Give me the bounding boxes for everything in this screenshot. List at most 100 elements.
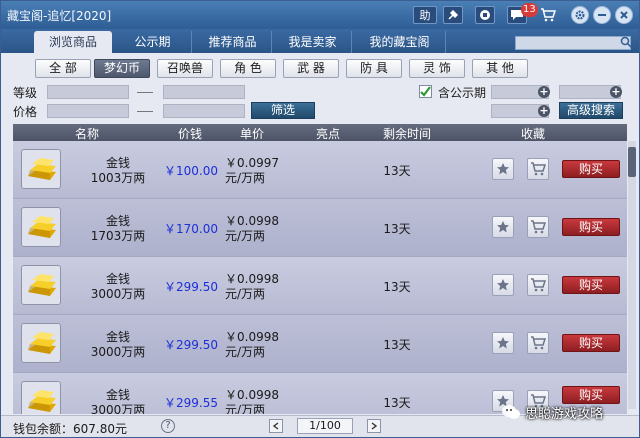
tab-public-period[interactable]: 公示期 [114,31,192,53]
header-highlight: 亮点 [316,127,341,141]
plus-icon[interactable]: + [610,86,622,98]
prev-page-button[interactable] [269,419,283,433]
scrollbar-track[interactable] [628,141,636,409]
cart-icon [531,162,546,176]
cart-icon [531,220,546,234]
tab-recommended[interactable]: 推荐商品 [194,31,272,53]
level-min-input[interactable] [47,85,129,99]
item-remaining: 13天 [383,164,411,178]
table-header: 名称 价钱 单价 亮点 剩余时间 收藏 [13,124,627,141]
favorite-star-button[interactable] [492,274,514,296]
settings-gear-icon[interactable] [571,6,589,24]
add-to-cart-button[interactable] [527,158,549,180]
add-to-cart-button[interactable] [527,274,549,296]
check-icon [420,86,431,97]
add-to-cart-button[interactable] [527,332,549,354]
header-unit-price: 单价 [240,127,265,141]
category-character[interactable]: 角 色 [220,59,276,78]
category-weapon[interactable]: 武 器 [283,59,339,78]
level-range-dash [137,92,153,93]
wechat-icon [502,405,520,419]
advanced-search-button[interactable]: 高级搜索 [559,102,623,119]
item-unit: 元/万两 [225,345,266,359]
item-amount: 3000万两 [90,403,146,414]
title-bar: 藏宝阁-追忆[2020] 助 13 [1,1,639,29]
tab-browse[interactable]: 浏览商品 [34,31,112,53]
help-circle-icon[interactable]: ? [161,419,175,433]
price-label: 价格 [13,105,38,119]
wallet-value: 607.80元 [73,422,128,436]
buy-button[interactable]: 购买 [562,276,620,294]
buy-button[interactable]: 购买 [562,160,620,178]
star-icon [497,279,509,291]
item-remaining: 13天 [383,396,411,410]
plus-icon[interactable]: + [538,86,550,98]
favorite-star-button[interactable] [492,332,514,354]
include-public-checkbox[interactable] [419,85,432,98]
tab-my-cbg[interactable]: 我的藏宝阁 [354,31,446,53]
price-min-input[interactable] [47,104,129,118]
category-all[interactable]: 全 部 [35,59,91,78]
window-title: 藏宝阁-追忆[2020] [7,9,112,23]
close-icon[interactable] [615,6,633,24]
favorite-star-button[interactable] [492,216,514,238]
item-remaining: 13天 [383,338,411,352]
wallet-balance: 钱包余额：607.80元 [13,420,127,437]
search-icon[interactable] [620,36,632,48]
table-row[interactable]: 金钱 3000万两 ￥299.50 ￥0.0998 元/万两 13天 购买 [13,315,627,373]
listing-table: 名称 价钱 单价 亮点 剩余时间 收藏 金钱 1003万两 ￥100.00 ￥0… [13,124,627,414]
gold-ingot-icon [21,323,61,363]
tab-seller[interactable]: 我是卖家 [274,31,352,53]
page-indicator[interactable]: 1/100 [297,418,353,434]
next-page-button[interactable] [367,419,381,433]
favorite-star-button[interactable] [492,158,514,180]
cart-icon [531,278,546,292]
price-max-input[interactable] [163,104,245,118]
help-button-label: 助 [419,9,431,22]
header-remaining: 剩余时间 [383,127,432,141]
cart-icon[interactable] [538,6,558,24]
cart-icon [531,336,546,350]
item-unit: 元/万两 [225,229,266,243]
category-accessory[interactable]: 灵 饰 [409,59,465,78]
header-favorite: 收藏 [521,127,546,141]
buy-button[interactable]: 购买 [562,334,620,352]
gold-ingot-icon [21,381,61,414]
item-unit: 元/万两 [225,287,266,301]
plus-icon[interactable]: + [538,105,550,117]
category-other[interactable]: 其 他 [472,59,528,78]
header-name: 名称 [75,127,100,141]
header-price: 价钱 [178,127,203,141]
gold-ingot-icon [21,149,61,189]
scrollbar-thumb[interactable] [628,147,636,177]
item-price: ￥299.50 [164,280,218,294]
item-price: ￥299.55 [164,396,218,410]
item-unit: 元/万两 [225,171,266,185]
item-amount: 1703万两 [90,229,146,243]
item-amount: 3000万两 [90,287,146,301]
chevron-left-icon [272,422,279,430]
hammer-icon[interactable] [443,6,463,24]
category-game-coin[interactable]: 梦幻币 [94,59,150,78]
item-remaining: 13天 [383,222,411,236]
minimize-icon[interactable] [593,6,611,24]
star-icon [497,221,509,233]
table-row[interactable]: 金钱 1003万两 ￥100.00 ￥0.0997 元/万两 13天 购买 [13,141,627,199]
item-price: ￥299.50 [164,338,218,352]
table-row[interactable]: 金钱 1703万两 ￥170.00 ￥0.0998 元/万两 13天 购买 [13,199,627,257]
level-max-input[interactable] [163,85,245,99]
category-armor[interactable]: 防 具 [346,59,402,78]
include-public-label: 含公示期 [438,86,487,100]
search-input[interactable] [515,36,631,50]
star-icon [497,337,509,349]
filter-button[interactable]: 筛选 [251,102,315,119]
category-summon-beast[interactable]: 召唤兽 [157,59,213,78]
buy-button[interactable]: 购买 [562,218,620,236]
help-button[interactable]: 助 [413,6,437,24]
wallet-label: 钱包余额： [13,422,74,436]
gold-ingot-icon [21,265,61,305]
stop-icon[interactable] [475,6,495,24]
add-to-cart-button[interactable] [527,216,549,238]
table-row[interactable]: 金钱 3000万两 ￥299.50 ￥0.0998 元/万两 13天 购买 [13,257,627,315]
item-price: ￥170.00 [164,222,218,236]
